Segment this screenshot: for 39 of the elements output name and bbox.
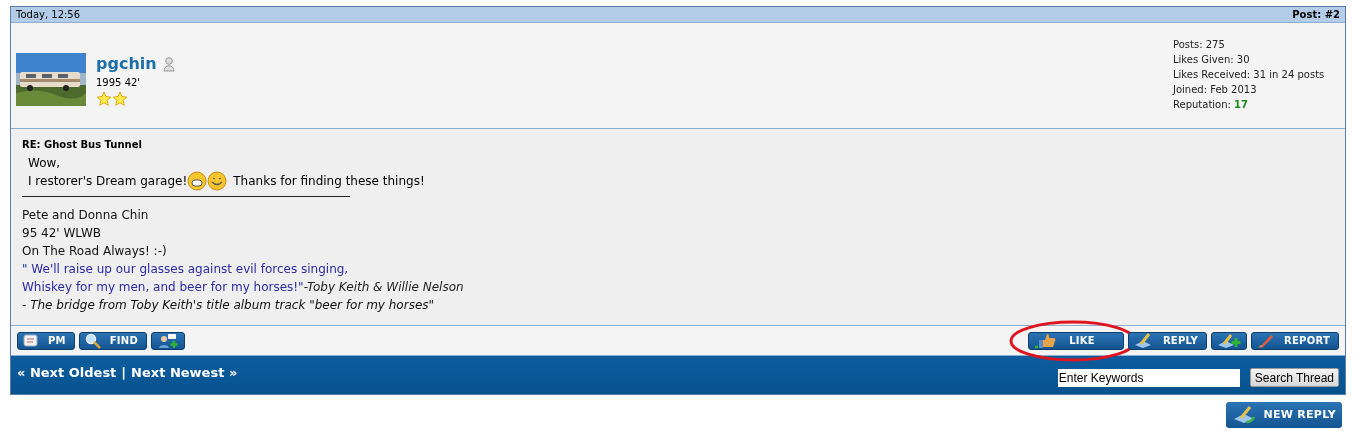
link-separator: | (121, 364, 127, 382)
add-user-icon (156, 332, 180, 349)
note-icon (22, 332, 40, 349)
message-text: I restorer's Dream garage! (28, 173, 188, 190)
like-button[interactable]: LIKE (1027, 331, 1124, 350)
smile-icon (207, 171, 228, 191)
signature-line: On The Road Always! :-) (22, 243, 168, 260)
next-thread-link[interactable]: Next Newest » (131, 363, 238, 383)
reply-button[interactable]: REPLY (1127, 331, 1208, 350)
post-number: Post: #2 (1292, 8, 1340, 22)
signature-line: Pete and Donna Chin (22, 207, 150, 224)
signature-line: 95 42' WLWB (22, 225, 102, 242)
previous-thread-link[interactable]: « Next Oldest (17, 363, 117, 383)
user-stat: Joined: Feb 2013 (1173, 83, 1258, 97)
quote-add-icon (1216, 332, 1243, 349)
find-button[interactable]: FIND (78, 331, 147, 350)
user-stat: Posts: 275 (1173, 38, 1226, 52)
grin-icon (187, 171, 208, 191)
rank-star-icon (112, 91, 128, 106)
signature-line: " We'll raise up our glasses against evil forces singing, (22, 261, 350, 278)
post-date: Today, 12:56 (16, 8, 81, 22)
message-text: Thanks for finding these things! (233, 173, 425, 190)
username-link[interactable]: pgchin (96, 54, 157, 74)
user-stat: Likes Received: 31 in 24 posts (1173, 68, 1325, 82)
message-title: RE: Ghost Bus Tunnel (22, 138, 143, 152)
new-reply-button[interactable]: NEW REPLY (1225, 402, 1342, 428)
user-stat: Likes Given: 30 (1173, 53, 1251, 67)
search-thread-button[interactable]: Search Thread (1249, 368, 1339, 387)
keywords-field[interactable]: Enter Keywords (1057, 368, 1240, 387)
multiquote-button[interactable] (1211, 331, 1248, 350)
rank-star-icon (96, 91, 112, 106)
report-button[interactable]: REPORT (1251, 331, 1339, 350)
user-stat: Reputation: 17 (1173, 98, 1249, 112)
signature-line: - The bridge from Toby Keith's title album track "beer for my horses" (22, 297, 436, 314)
search-icon (83, 332, 102, 349)
pm-button[interactable]: PM (17, 331, 75, 350)
message-text: Wow, (27, 155, 62, 171)
user-title: 1995 42' (96, 76, 142, 90)
signature-line: Whiskey for my men, and beer for my horses!"-Toby Keith & Willie Nelson (22, 279, 465, 296)
